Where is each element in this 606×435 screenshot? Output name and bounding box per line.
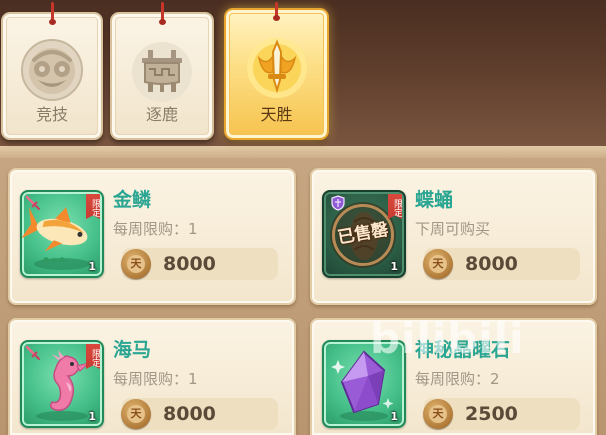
shop-item-card[interactable]: 已售罄 限定 1 蝶蛹 下周可购买 天 8000 bbox=[310, 168, 597, 305]
tab-label: 逐鹿 bbox=[145, 105, 178, 124]
item-quantity: 1 bbox=[390, 410, 398, 423]
item-price: 8000 bbox=[465, 253, 518, 275]
item-name: 蝶蛹 bbox=[415, 189, 454, 211]
tab-label: 竞技 bbox=[35, 105, 68, 124]
shop-item-card[interactable]: 限定 1 金鳞 每周限购：1 天 8000 bbox=[8, 168, 296, 305]
sword-emblem-icon bbox=[246, 38, 307, 98]
tab-arena[interactable]: 竞技 bbox=[1, 2, 103, 140]
tian-coin-icon: 天 bbox=[121, 249, 151, 279]
tian-coin-icon: 天 bbox=[423, 249, 453, 279]
tian-coin-icon: 天 bbox=[121, 399, 151, 429]
limited-badge: 限定 bbox=[388, 194, 402, 219]
limited-badge: 限定 bbox=[86, 344, 100, 369]
buy-price-button[interactable]: 天 8000 bbox=[423, 248, 580, 280]
shop-item-card[interactable]: 限定 1 海马 每周限购：1 天 8000 bbox=[8, 318, 296, 435]
item-icon-frame[interactable]: 限定 1 bbox=[20, 190, 104, 278]
tab-label: 天胜 bbox=[260, 105, 293, 124]
tab-hanger-string bbox=[273, 2, 280, 21]
pink-sword-icon bbox=[25, 195, 40, 210]
item-name: 海马 bbox=[113, 339, 152, 361]
item-price: 8000 bbox=[163, 403, 216, 425]
purple-shield-icon bbox=[331, 195, 345, 211]
ding-cauldron-icon bbox=[132, 42, 192, 102]
coin-glyph: 天 bbox=[127, 255, 145, 273]
pink-sword-icon bbox=[25, 345, 40, 360]
tab-hanger-string bbox=[48, 2, 56, 25]
purchase-limit-text: 每周限购：2 bbox=[415, 370, 500, 388]
coin-glyph: 天 bbox=[127, 405, 145, 423]
item-icon-frame[interactable]: 已售罄 限定 1 bbox=[322, 190, 406, 278]
coin-glyph: 天 bbox=[429, 405, 447, 423]
tian-coin-icon: 天 bbox=[423, 399, 453, 429]
shop-panel-edge bbox=[0, 146, 606, 158]
item-quantity: 1 bbox=[88, 260, 96, 273]
buy-price-button[interactable]: 天 8000 bbox=[121, 248, 278, 280]
arena-emblem-icon bbox=[21, 39, 83, 101]
item-icon-frame[interactable]: 1 bbox=[322, 340, 406, 428]
sold-out-text: 已售罄 bbox=[336, 219, 390, 249]
item-quantity: 1 bbox=[390, 260, 398, 273]
limited-badge: 限定 bbox=[86, 194, 100, 219]
purchase-limit-text: 下周可购买 bbox=[415, 220, 491, 238]
coin-glyph: 天 bbox=[429, 255, 447, 273]
item-name: 神秘晶曜石 bbox=[415, 339, 511, 361]
buy-price-button[interactable]: 天 2500 bbox=[423, 398, 580, 430]
tab-zhulu[interactable]: 逐鹿 bbox=[110, 2, 214, 140]
sold-out-stamp: 已售罄 bbox=[332, 204, 394, 266]
item-price: 2500 bbox=[465, 403, 518, 425]
tab-tiansheng[interactable]: 天胜 bbox=[224, 2, 329, 140]
tab-hanger-string bbox=[158, 2, 166, 25]
item-price: 8000 bbox=[163, 253, 216, 275]
shop-item-card[interactable]: 1 神秘晶曜石 每周限购：2 天 2500 bbox=[310, 318, 597, 435]
purchase-limit-text: 每周限购：1 bbox=[113, 370, 198, 388]
item-name: 金鳞 bbox=[113, 189, 152, 211]
item-quantity: 1 bbox=[88, 410, 96, 423]
item-icon-frame[interactable]: 限定 1 bbox=[20, 340, 104, 428]
purchase-limit-text: 每周限购：1 bbox=[113, 220, 198, 238]
buy-price-button[interactable]: 天 8000 bbox=[121, 398, 278, 430]
